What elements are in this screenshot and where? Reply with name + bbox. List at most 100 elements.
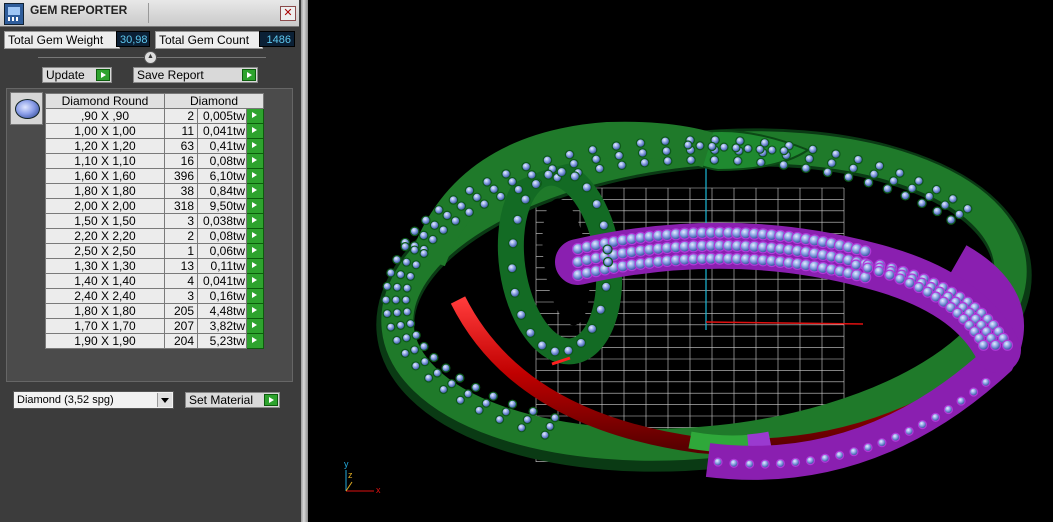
gem-size: 2,00 X 2,00 <box>45 198 165 214</box>
gem-stone <box>745 459 755 469</box>
gem-stone <box>381 295 391 305</box>
gem-stone <box>683 140 693 150</box>
table-row[interactable]: 2,00 X 2,00 318 9,50tw <box>45 198 264 214</box>
title-separator <box>148 3 149 23</box>
table-row[interactable]: 1,80 X 1,80 205 4,48tw <box>45 303 264 319</box>
gem-stone <box>401 295 411 305</box>
gem-stone <box>756 157 766 168</box>
update-button[interactable]: Update <box>42 67 112 83</box>
gem-size: 1,30 X 1,30 <box>45 258 165 274</box>
gem-stone <box>904 426 914 436</box>
row-go-arrow-icon[interactable] <box>246 258 264 274</box>
gem-thumbnail-icon[interactable] <box>10 92 43 125</box>
panel-divider[interactable] <box>301 0 308 522</box>
window-title: GEM REPORTER <box>30 3 128 17</box>
row-go-arrow-icon[interactable] <box>246 303 264 319</box>
row-go-arrow-icon[interactable] <box>246 333 264 349</box>
row-go-arrow-icon[interactable] <box>246 318 264 334</box>
gem-stone <box>614 150 624 161</box>
gem-stone <box>400 348 410 358</box>
dropdown-arrow-icon[interactable] <box>157 393 172 407</box>
row-go-arrow-icon[interactable] <box>246 273 264 289</box>
row-go-arrow-icon[interactable] <box>246 228 264 244</box>
table-row[interactable]: ,90 X ,90 2 0,005tw <box>45 108 264 124</box>
green-band-segment <box>688 431 754 453</box>
gem-stone <box>400 242 410 252</box>
table-row[interactable]: 1,50 X 1,50 3 0,038tw <box>45 213 264 229</box>
gem-stone <box>429 220 440 231</box>
gem-stone <box>522 414 532 425</box>
row-go-arrow-icon[interactable] <box>246 168 264 184</box>
gem-stone <box>924 191 935 202</box>
row-go-arrow-icon[interactable] <box>246 153 264 169</box>
gem-stone <box>760 459 770 469</box>
row-go-arrow-icon[interactable] <box>246 213 264 229</box>
gem-stone <box>778 160 789 170</box>
gem-size: ,90 X ,90 <box>45 108 165 124</box>
save-report-button[interactable]: Save Report <box>133 67 258 83</box>
close-icon[interactable]: ✕ <box>280 6 296 21</box>
gem-stone <box>894 168 905 178</box>
gem-stone <box>743 144 753 154</box>
table-row[interactable]: 1,70 X 1,70 207 3,82tw <box>45 318 264 334</box>
table-row[interactable]: 1,80 X 1,80 38 0,84tw <box>45 183 264 199</box>
gem-stone <box>543 169 554 180</box>
gem-stone <box>525 327 536 339</box>
gem-count: 3 <box>164 213 198 229</box>
gem-stone <box>611 141 622 151</box>
gem-size: 1,10 X 1,10 <box>45 153 165 169</box>
collapse-knob-icon[interactable]: ▲ <box>144 51 157 64</box>
purple-band-segment <box>747 431 772 452</box>
table-row[interactable]: 2,50 X 2,50 1 0,06tw <box>45 243 264 259</box>
table-row[interactable]: 2,40 X 2,40 3 0,16tw <box>45 288 264 304</box>
gem-stone <box>421 215 431 226</box>
gem-stone <box>438 384 449 395</box>
gem-stone <box>438 225 449 235</box>
table-row[interactable]: 1,90 X 1,90 204 5,23tw <box>45 333 264 349</box>
row-go-arrow-icon[interactable] <box>246 123 264 139</box>
material-select[interactable]: Diamond (3,52 spg) <box>13 391 174 409</box>
gem-stone <box>520 194 531 205</box>
gem-stone <box>455 373 465 383</box>
set-material-button[interactable]: Set Material <box>185 392 280 408</box>
gem-stone <box>401 333 412 343</box>
gem-stone <box>536 340 548 351</box>
table-row[interactable]: 2,20 X 2,20 2 0,08tw <box>45 228 264 244</box>
gem-stone <box>392 282 402 292</box>
table-row[interactable]: 1,20 X 1,20 63 0,41tw <box>45 138 264 154</box>
row-go-arrow-icon[interactable] <box>246 138 264 154</box>
table-row[interactable]: 1,00 X 1,00 11 0,041tw <box>45 123 264 139</box>
3d-viewport[interactable]: x y z <box>308 0 1053 522</box>
row-go-arrow-icon[interactable] <box>246 108 264 124</box>
table-row[interactable]: 1,60 X 1,60 396 6,10tw <box>45 168 264 184</box>
gem-size: 1,90 X 1,90 <box>45 333 165 349</box>
gem-stone <box>940 200 950 210</box>
table-header-row: Diamond Round Diamond <box>45 93 264 109</box>
gem-weight: 0,11tw <box>197 258 247 274</box>
gem-size: 1,60 X 1,60 <box>45 168 165 184</box>
row-go-arrow-icon[interactable] <box>246 288 264 304</box>
gem-count: 11 <box>164 123 198 139</box>
gem-size: 1,00 X 1,00 <box>45 123 165 139</box>
gem-stone <box>517 423 527 433</box>
table-row[interactable]: 1,10 X 1,10 16 0,08tw <box>45 153 264 169</box>
gem-stone <box>826 158 837 168</box>
gem-stone <box>516 309 527 321</box>
gem-stone <box>968 387 979 397</box>
row-go-arrow-icon[interactable] <box>246 198 264 214</box>
gem-stone <box>530 178 542 190</box>
table-row[interactable]: 1,40 X 1,40 4 0,041tw <box>45 273 264 289</box>
gem-stone <box>481 398 491 408</box>
gem-stone <box>396 320 406 330</box>
gem-stone <box>850 259 862 271</box>
gem-weight: 0,041tw <box>197 273 247 289</box>
gem-size: 1,80 X 1,80 <box>45 303 165 319</box>
table-row[interactable]: 1,30 X 1,30 13 0,11tw <box>45 258 264 274</box>
app-icon <box>4 3 24 25</box>
gem-stone <box>917 198 927 209</box>
row-go-arrow-icon[interactable] <box>246 183 264 199</box>
row-go-arrow-icon[interactable] <box>246 243 264 259</box>
gem-stone <box>409 226 420 237</box>
gem-size: 1,50 X 1,50 <box>45 213 165 229</box>
gem-stone <box>635 138 646 148</box>
